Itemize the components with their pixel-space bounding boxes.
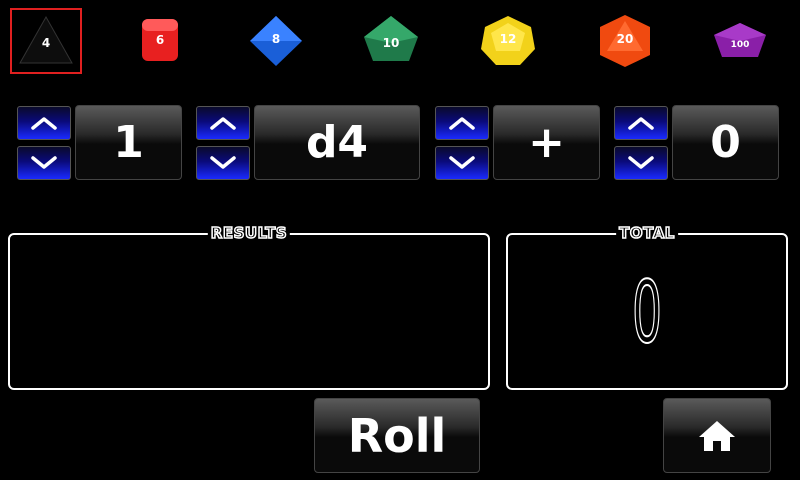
d4-label: 4: [42, 36, 50, 50]
modifier-value: 0: [672, 105, 779, 180]
d20-icon: 20: [600, 15, 650, 67]
chevron-up-icon: [210, 117, 236, 130]
d4-icon: 4: [19, 15, 73, 64]
die-type-up-button[interactable]: [196, 106, 250, 140]
chevron-down-icon: [628, 156, 654, 169]
die-d6-button[interactable]: 6: [124, 8, 196, 74]
die-type-value: d4: [254, 105, 420, 180]
count-up-button[interactable]: [17, 106, 71, 140]
count-value: 1: [75, 105, 182, 180]
roll-label: Roll: [347, 408, 447, 463]
d100-icon: 100: [714, 23, 766, 57]
d20-label: 20: [617, 32, 634, 46]
operator-down-button[interactable]: [435, 146, 489, 180]
modifier-up-button[interactable]: [614, 106, 668, 140]
results-panel: RESULTS: [8, 223, 490, 390]
d8-label: 8: [272, 32, 280, 46]
d12-label: 12: [500, 32, 517, 46]
results-label: RESULTS: [207, 223, 291, 243]
chevron-up-icon: [628, 117, 654, 130]
die-d4-button[interactable]: 4: [10, 8, 82, 74]
modifier-down-button[interactable]: [614, 146, 668, 180]
chevron-down-icon: [449, 156, 475, 169]
total-label: TOTAL: [616, 223, 678, 243]
die-type-down-button[interactable]: [196, 146, 250, 180]
die-d20-button[interactable]: 20: [589, 8, 661, 74]
d6-icon: 6: [142, 19, 178, 61]
d6-label: 6: [156, 33, 164, 47]
chevron-up-icon: [449, 117, 475, 130]
die-d8-button[interactable]: 8: [240, 8, 312, 74]
d12-icon: 12: [481, 16, 535, 65]
count-down-button[interactable]: [17, 146, 71, 180]
total-value: 0: [631, 262, 663, 364]
d100-label: 100: [731, 40, 750, 50]
d10-label: 10: [383, 36, 400, 50]
operator-value: +: [493, 105, 600, 180]
die-d12-button[interactable]: 12: [472, 8, 544, 74]
d10-icon: 10: [364, 16, 418, 61]
d8-icon: 8: [250, 16, 302, 66]
chevron-down-icon: [31, 156, 57, 169]
home-icon: [699, 420, 735, 451]
die-d10-button[interactable]: 10: [355, 8, 427, 74]
home-button[interactable]: [663, 398, 771, 473]
chevron-down-icon: [210, 156, 236, 169]
die-d100-button[interactable]: 100: [704, 8, 776, 74]
chevron-up-icon: [31, 117, 57, 130]
total-panel: TOTAL 0: [506, 223, 788, 390]
roll-button[interactable]: Roll: [314, 398, 480, 473]
operator-up-button[interactable]: [435, 106, 489, 140]
